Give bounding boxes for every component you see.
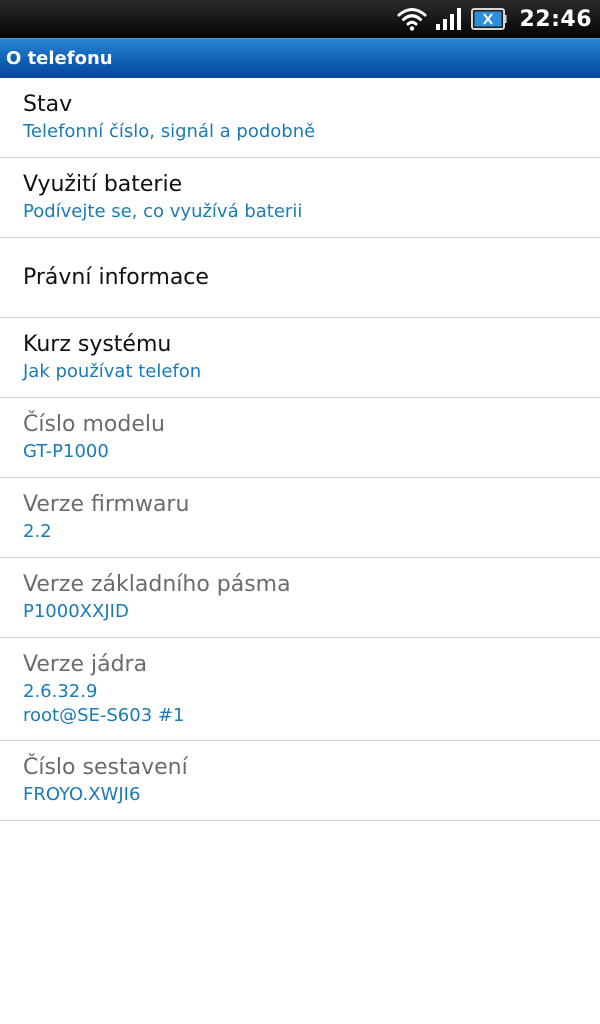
list-item-summary: Telefonní číslo, signál a podobně <box>23 121 316 142</box>
list-item-system-tutorial[interactable]: Kurz systému Jak používat telefon <box>0 318 600 398</box>
list-item-value: 2.6.32.9 <box>23 680 98 702</box>
list-item-label: Číslo modelu <box>23 412 165 437</box>
page-title: O telefonu <box>6 48 113 69</box>
settings-list: Stav Telefonní číslo, signál a podobně V… <box>0 78 600 821</box>
list-item-value: GT-P1000 <box>23 441 109 462</box>
list-item-legal-information[interactable]: Právní informace <box>0 238 600 318</box>
list-item-build-number: Číslo sestavení FROYO.XWJI6 <box>0 741 600 821</box>
list-item-label: Verze firmwaru <box>23 492 190 517</box>
list-item-stav[interactable]: Stav Telefonní číslo, signál a podobně <box>0 78 600 158</box>
list-item-label: Stav <box>23 92 73 117</box>
list-item-label: Využití baterie <box>23 172 183 197</box>
list-item-model-number: Číslo modelu GT-P1000 <box>0 398 600 478</box>
list-item-value: FROYO.XWJI6 <box>23 784 141 805</box>
list-item-label: Kurz systému <box>23 332 172 357</box>
wifi-icon <box>397 6 427 32</box>
clock: 22:46 <box>519 6 592 32</box>
list-item-battery-usage[interactable]: Využití baterie Podívejte se, co využívá… <box>0 158 600 238</box>
list-item-kernel-version: Verze jádra 2.6.32.9 root@SE-S603 #1 <box>0 638 600 741</box>
status-bar: 22:46 <box>0 0 600 38</box>
list-item-baseband-version: Verze základního pásma P1000XXJID <box>0 558 600 638</box>
list-item-firmware-version: Verze firmwaru 2.2 <box>0 478 600 558</box>
list-item-value: 2.2 <box>23 521 52 542</box>
title-bar: O telefonu <box>0 38 600 78</box>
signal-icon <box>435 7 463 31</box>
battery-charging-icon <box>471 6 507 32</box>
list-item-label: Právní informace <box>23 264 209 290</box>
list-item-value: P1000XXJID <box>23 601 129 622</box>
list-item-label: Číslo sestavení <box>23 755 188 780</box>
list-item-value-line-2: root@SE-S603 #1 <box>23 704 185 726</box>
list-item-label: Verze jádra <box>23 651 148 677</box>
list-item-label: Verze základního pásma <box>23 572 291 597</box>
list-item-summary: Jak používat telefon <box>23 361 202 382</box>
list-item-summary: Podívejte se, co využívá baterii <box>23 201 303 222</box>
